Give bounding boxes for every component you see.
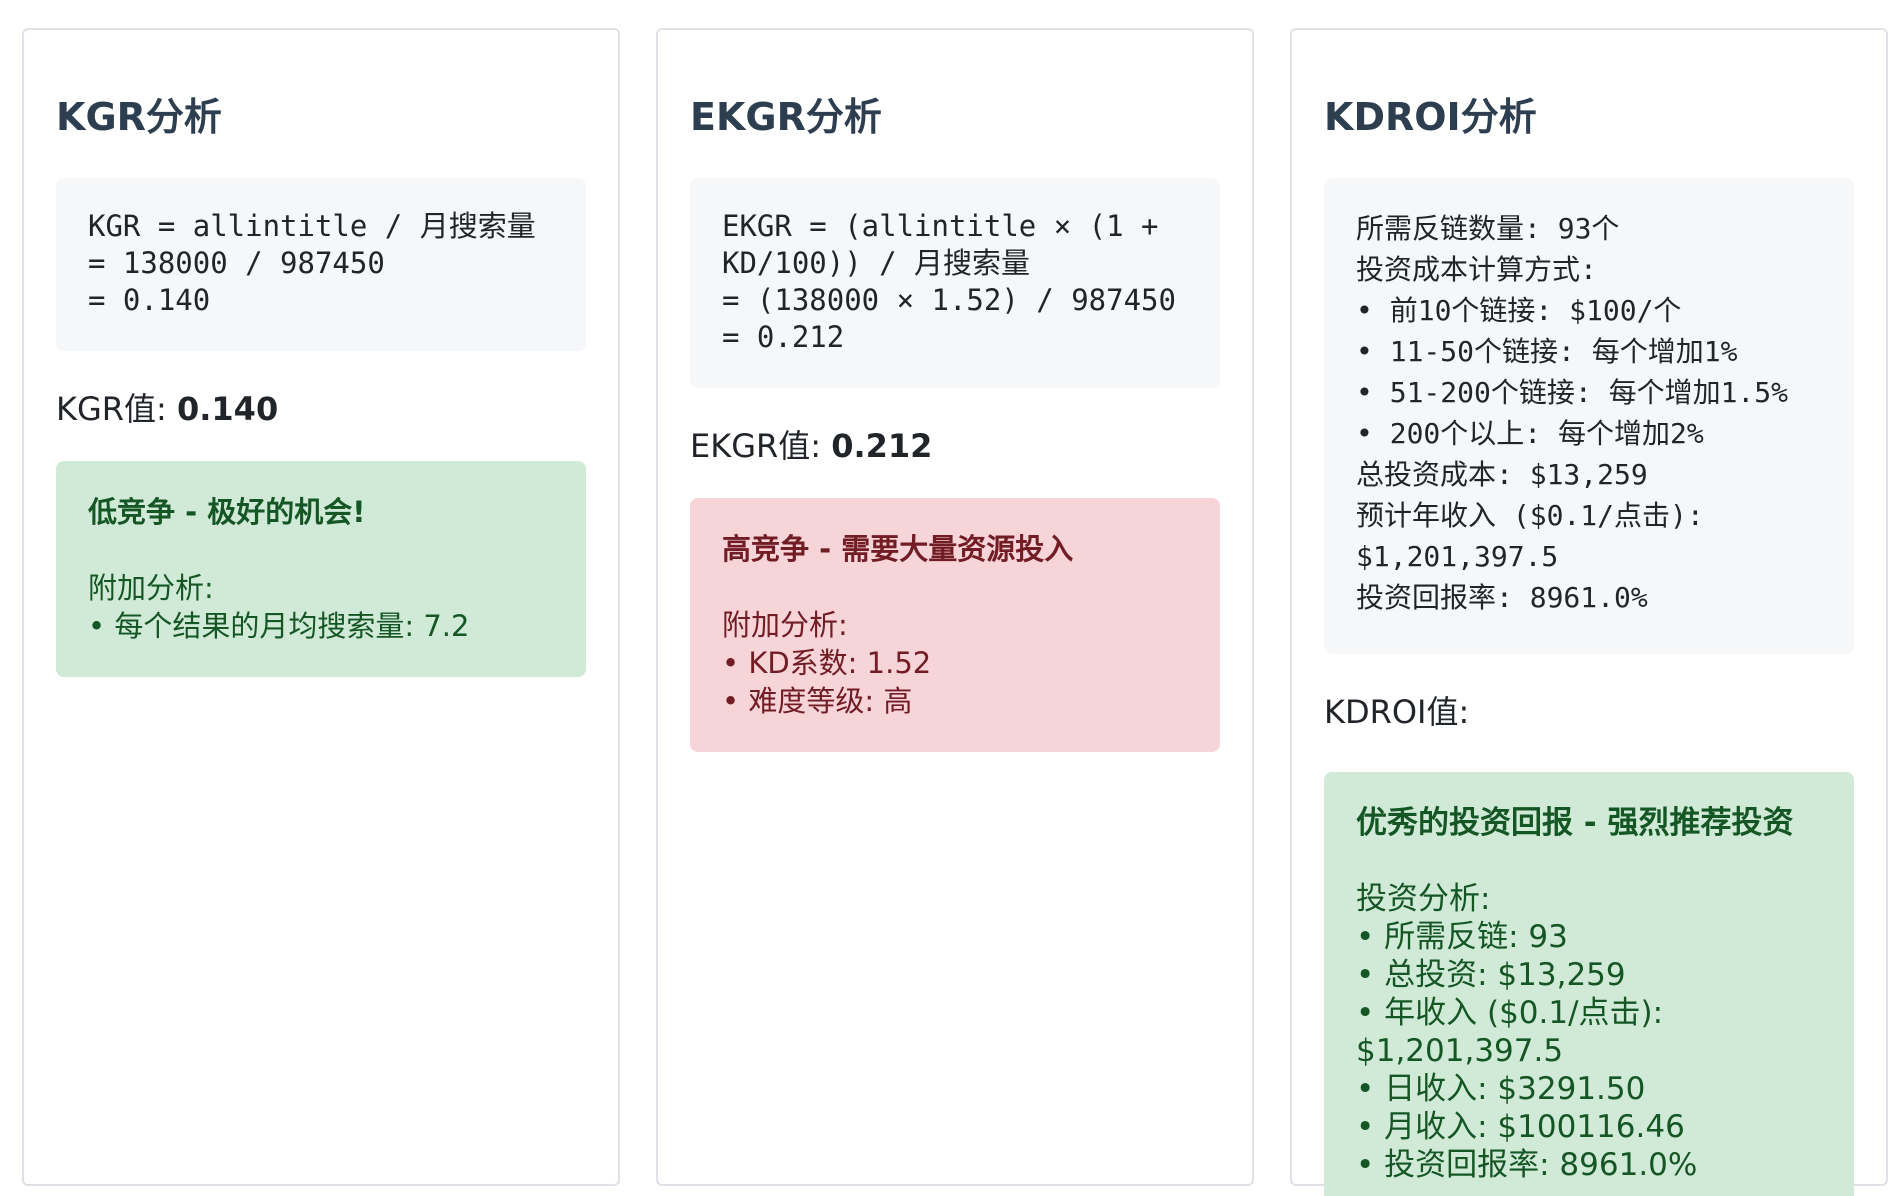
ekgr-value-label: EKGR值: xyxy=(690,427,832,465)
kgr-result-headline: 低竞争 - 极好的机会! xyxy=(88,495,366,529)
kgr-formula-box: KGR = allintitle / 月搜索量 = 138000 / 98745… xyxy=(56,178,586,351)
kgr-card: KGR分析 KGR = allintitle / 月搜索量 = 138000 /… xyxy=(22,28,620,1186)
ekgr-result-item: • KD系数: 1.52 xyxy=(722,646,932,680)
kdroi-result-item: • 投资回报率: 8961.0% xyxy=(1356,1147,1698,1183)
ekgr-formula-box: EKGR = (allintitle × (1 + KD/100)) / 月搜索… xyxy=(690,178,1220,388)
ekgr-result-headline: 高竞争 - 需要大量资源投入 xyxy=(722,532,1074,566)
kdroi-detail-line: • 11-50个链接: 每个增加1% xyxy=(1356,335,1738,368)
kdroi-detail-line: • 200个以上: 每个增加2% xyxy=(1356,417,1704,450)
ekgr-card: EKGR分析 EKGR = (allintitle × (1 + KD/100)… xyxy=(656,28,1254,1186)
kdroi-result-item: • 月收入: $100116.46 xyxy=(1356,1109,1685,1145)
kdroi-detail-line: • 51-200个链接: 每个增加1.5% xyxy=(1356,376,1789,409)
kdroi-result-item: • 年收入 ($0.1/点击): xyxy=(1356,995,1664,1031)
kgr-value: 0.140 xyxy=(176,390,279,428)
kgr-value-line: KGR值: 0.140 xyxy=(56,387,586,431)
ekgr-result-box: 高竞争 - 需要大量资源投入 附加分析: • KD系数: 1.52 • 难度等级… xyxy=(690,498,1220,752)
ekgr-formula-line: = (138000 × 1.52) / 987450 xyxy=(722,283,1176,317)
ekgr-result-item: • 难度等级: 高 xyxy=(722,684,913,718)
kdroi-result-subheading: 投资分析: xyxy=(1356,881,1491,917)
kgr-result-subheading: 附加分析: xyxy=(88,571,214,605)
kgr-title: KGR分析 xyxy=(56,95,222,139)
kgr-value-label: KGR值: xyxy=(56,390,177,428)
ekgr-formula-line: KD/100)) / 月搜索量 xyxy=(722,246,1031,280)
ekgr-value: 0.212 xyxy=(831,427,933,465)
kdroi-value-label: KDROI值: xyxy=(1324,693,1470,731)
ekgr-formula-line: EKGR = (allintitle × (1 + xyxy=(722,209,1159,243)
kdroi-result-item: • 日收入: $3291.50 xyxy=(1356,1071,1646,1107)
kdroi-detail-line: 所需反链数量: 93个 xyxy=(1356,212,1620,245)
kdroi-detail-line: $1,201,397.5 xyxy=(1356,540,1559,573)
kdroi-detail-line: 投资回报率: 8961.0% xyxy=(1356,581,1648,614)
kgr-result-item: • 每个结果的月均搜索量: 7.2 xyxy=(88,609,470,643)
kdroi-result-item: $1,201,397.5 xyxy=(1356,1033,1564,1069)
kdroi-result-item: • 所需反链: 93 xyxy=(1356,919,1568,955)
kdroi-detail-line: 预计年收入 ($0.1/点击): xyxy=(1356,499,1704,532)
kdroi-title: KDROI分析 xyxy=(1324,95,1537,139)
kdroi-detail-line: 投资成本计算方式: xyxy=(1356,253,1597,286)
kdroi-detail-line: • 前10个链接: $100/个 xyxy=(1356,294,1682,327)
kgr-formula-line: KGR = allintitle / 月搜索量 xyxy=(88,209,536,243)
kdroi-result-box: 优秀的投资回报 - 强烈推荐投资 投资分析: • 所需反链: 93 • 总投资:… xyxy=(1324,772,1854,1196)
ekgr-formula-line: = 0.212 xyxy=(722,320,845,354)
kdroi-value-line: KDROI值: xyxy=(1324,690,1854,734)
kgr-result-box: 低竞争 - 极好的机会! 附加分析: • 每个结果的月均搜索量: 7.2 xyxy=(56,461,586,677)
kgr-formula-line: = 0.140 xyxy=(88,283,211,317)
kdroi-result-item: • 总投资: $13,259 xyxy=(1356,957,1626,993)
kdroi-result-headline: 优秀的投资回报 - 强烈推荐投资 xyxy=(1356,805,1794,841)
kgr-formula-line: = 138000 / 987450 xyxy=(88,246,385,280)
ekgr-result-subheading: 附加分析: xyxy=(722,608,848,642)
kdroi-card: KDROI分析 所需反链数量: 93个 投资成本计算方式: • 前10个链接: … xyxy=(1290,28,1888,1196)
kdroi-detail-line: 总投资成本: $13,259 xyxy=(1356,458,1648,491)
ekgr-title: EKGR分析 xyxy=(690,95,882,139)
kdroi-details-box: 所需反链数量: 93个 投资成本计算方式: • 前10个链接: $100/个 •… xyxy=(1324,178,1854,654)
ekgr-value-line: EKGR值: 0.212 xyxy=(690,424,1220,468)
